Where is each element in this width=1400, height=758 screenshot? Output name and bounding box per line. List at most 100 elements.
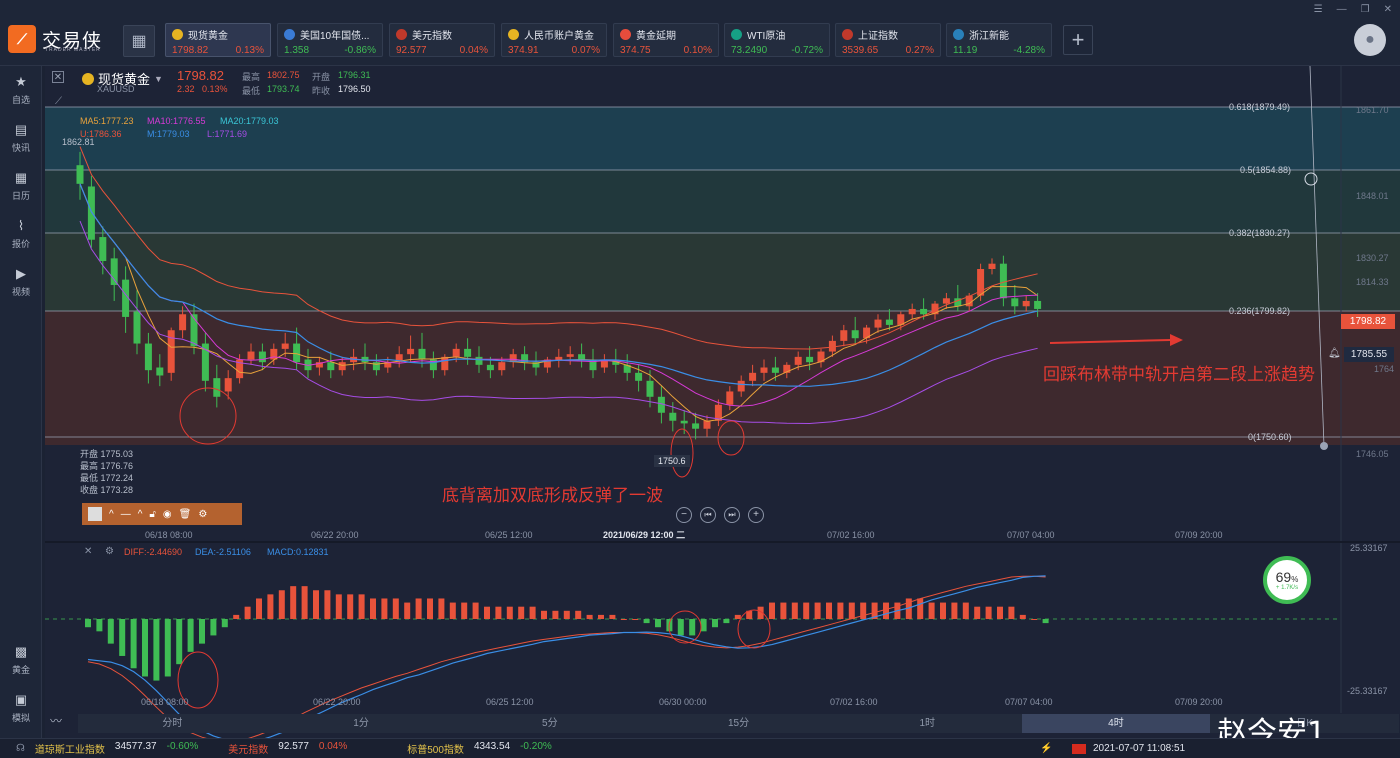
tab-2[interactable]: 美元指数 92.577 0.04% [389, 23, 495, 57]
macd-x-axis-label: 07/09 20:00 [1175, 697, 1223, 707]
timeframe-3[interactable]: 15分 [644, 714, 833, 733]
tab-change: -0.86% [344, 45, 376, 56]
tab-name: 人民币账户黄金 [524, 31, 594, 42]
macd-bar [700, 619, 707, 632]
trash-icon[interactable]: 🗑︎ [179, 509, 192, 520]
candle-body [407, 348, 415, 355]
macd-bar [769, 602, 775, 619]
tab-7[interactable]: 浙江新能 11.19 -4.28% [946, 23, 1052, 57]
macd-bar [940, 602, 946, 619]
timeframe-5[interactable]: 4时 [1021, 714, 1211, 733]
tab-icon [620, 29, 631, 40]
ohlc-low: 最低 1772.24 [80, 473, 134, 483]
candle-body [76, 165, 84, 184]
x-axis-label: 07/07 04:00 [1007, 530, 1055, 540]
minimize-icon[interactable]: — [1337, 4, 1347, 15]
sidebar-item-3[interactable]: ⌇ 报价 [0, 210, 42, 258]
draw-tool-icon[interactable]: ⟋ [55, 96, 71, 108]
timeframe-1[interactable]: 1分 [267, 714, 456, 733]
fib-band-2 [45, 233, 1400, 311]
price-chart[interactable]: 06/18 08:00 06/22 20:00 06/25 12:00 2021/06… [45, 66, 1400, 738]
macd-bar [586, 614, 593, 619]
macd-bar [210, 619, 217, 636]
add-tab-button[interactable]: + [1063, 25, 1093, 55]
datetime: 2021-07-07 11:08:51 [1093, 743, 1186, 754]
tab-6[interactable]: 上证指数 3539.65 0.27% [835, 23, 941, 57]
macd-bar [130, 619, 137, 669]
restore-icon[interactable]: ❐ [1361, 4, 1370, 15]
line-style-icon[interactable]: — [121, 509, 131, 520]
news-icon: ▤ [14, 122, 28, 137]
chevron-up-icon[interactable]: ^ [109, 509, 114, 520]
tab-4[interactable]: 黄金延期 374.75 0.10% [613, 23, 719, 57]
avatar[interactable]: ● [1354, 24, 1386, 56]
macd-bar [712, 619, 718, 628]
open-label: 开盘 [312, 72, 331, 82]
sidebar-item-1[interactable]: ▤ 快讯 [0, 114, 42, 162]
macd-value: MACD:0.12831 [267, 547, 329, 557]
candle-body [247, 351, 255, 360]
sidebar-item-0[interactable]: ★ 自选 [0, 66, 42, 114]
settings-icon-2[interactable]: ⚙︎ [198, 509, 207, 520]
ticker-1[interactable]: 美元指数 92.577 0.04% [228, 741, 347, 756]
last-page-icon[interactable]: ⏭︎ [724, 507, 740, 523]
panel-separator [45, 541, 1400, 543]
headset-icon[interactable]: ☊ [16, 743, 25, 754]
macd-bar [256, 598, 262, 619]
grid-menu-button[interactable]: ▦ [123, 25, 155, 57]
tab-change: 0.27% [905, 45, 934, 56]
macd-bar [780, 602, 787, 619]
timeframe-2[interactable]: 5分 [455, 714, 644, 733]
close-icon[interactable]: ✕ [1384, 4, 1392, 15]
ohlc-close: 收盘 1773.28 [80, 485, 134, 495]
chevron-down-icon[interactable]: ▼ [154, 74, 163, 84]
performance-gauge[interactable]: 69% + 1.7K/s [1263, 556, 1311, 604]
ticker-0[interactable]: 道琼斯工业指数 34577.37 -0.60% [35, 741, 198, 756]
sidebar-bottom-item-0[interactable]: ▩ 黄金 [0, 636, 42, 684]
tab-5[interactable]: WTI原油 73.2490 -0.72% [724, 23, 830, 57]
color-swatch[interactable] [88, 507, 102, 521]
zoom-out-icon[interactable]: − [676, 507, 692, 523]
tab-icon [172, 29, 183, 40]
settings-icon[interactable]: ☰ [1314, 4, 1323, 15]
candle-body [737, 380, 745, 392]
candle-body [555, 356, 563, 360]
sidebar-item-2[interactable]: ▦ 日历 [0, 162, 42, 210]
sidebar-item-4[interactable]: ▶ 视频 [0, 258, 42, 306]
macd-bar [655, 619, 661, 628]
tab-0[interactable]: 现货黄金 1798.82 0.13% [165, 23, 271, 57]
macd-settings-icon[interactable]: ⚙︎ [105, 546, 114, 557]
ticker-name: 标普500指数 [407, 745, 464, 756]
lock-icon[interactable]: 🔓︎ [149, 509, 155, 520]
tab-3[interactable]: 人民币账户黄金 374.91 0.07% [501, 23, 607, 57]
candle-body [942, 298, 950, 304]
axis-price-label: 1861.70 [1356, 105, 1389, 115]
macd-bar [689, 619, 696, 636]
fib-level-label: 0.236(1799.82) [1229, 306, 1291, 316]
ticker-2[interactable]: 标普500指数 4343.54 -0.20% [407, 741, 552, 756]
close-chart-icon[interactable]: ✕ [52, 71, 64, 83]
macd-bar [381, 598, 388, 619]
candle-body [635, 372, 643, 381]
chart-area[interactable]: 06/18 08:00 06/22 20:00 06/25 12:00 2021/06… [45, 66, 1400, 738]
ticker-change: 0.04% [318, 741, 348, 752]
macd-close-icon[interactable]: ✕ [84, 546, 92, 557]
zoom-in-icon[interactable]: + [748, 507, 764, 523]
candle-body [1034, 300, 1042, 309]
timeframe-0[interactable]: 分时 [78, 714, 267, 733]
eye-icon[interactable]: ◉ [163, 509, 172, 520]
sidebar-bottom-item-1[interactable]: ▣ 模拟 [0, 684, 42, 732]
indicator-icon[interactable]: 〰 [50, 712, 70, 732]
candle-body [680, 420, 688, 424]
alert-bell-icon[interactable]: 🔔︎ [1328, 348, 1341, 359]
macd-bar [221, 619, 228, 628]
network-icon: ⚡ [1040, 743, 1053, 754]
timeframe-4[interactable]: 1时 [833, 714, 1022, 733]
low-price-marker: 1750.6 [654, 455, 690, 467]
macd-bar [951, 602, 958, 619]
chevron-up-icon-2[interactable]: ^ [138, 509, 143, 520]
macd-bar [438, 598, 445, 619]
first-page-icon[interactable]: ⏮︎ [700, 507, 716, 523]
tab-1[interactable]: 美国10年国债... 1.358 -0.86% [277, 23, 383, 57]
macd-bar [917, 598, 924, 619]
